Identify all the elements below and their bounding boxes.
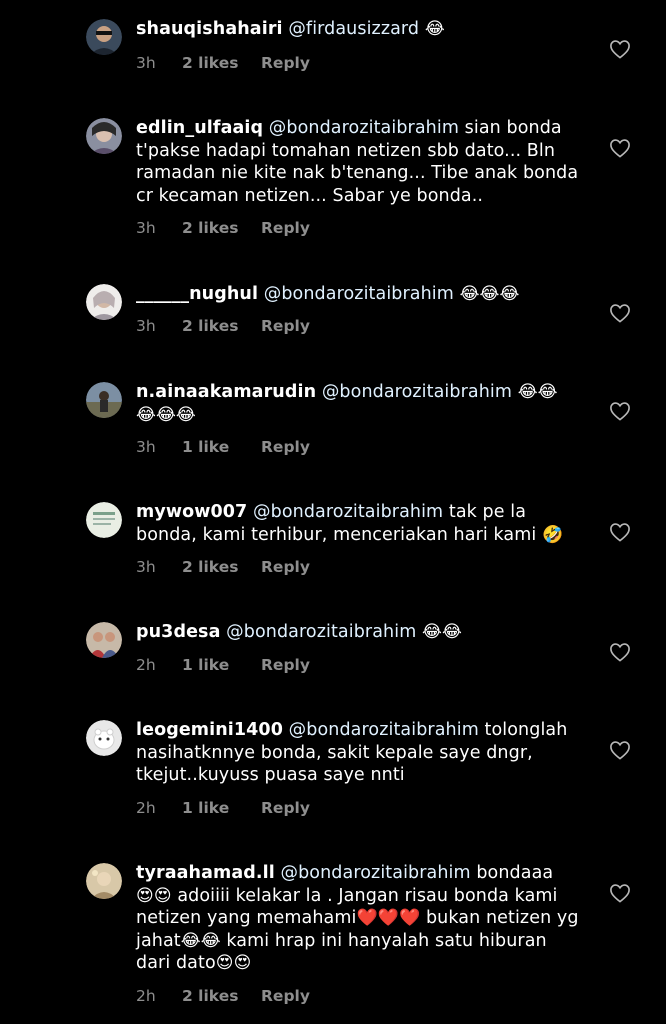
comment-time: 3h xyxy=(136,54,156,72)
comment-emoji: 😂😂😂 xyxy=(459,284,520,304)
comment-username[interactable]: ______nughul xyxy=(136,284,258,304)
comment-body: ______nughul @bondarozitaibrahim 😂😂😂 xyxy=(136,283,586,306)
comment-emoji: 😍😍 xyxy=(215,953,252,973)
avatar[interactable] xyxy=(86,118,122,154)
comment-emoji: ❤️❤️❤️ xyxy=(356,908,421,928)
comment-meta: 2h 1 like Reply xyxy=(136,656,310,674)
comment-emoji: 😂😂 xyxy=(180,930,221,951)
comment-username[interactable]: tyraahamad.ll xyxy=(136,863,275,883)
comment-mention[interactable]: @bondarozitaibrahim xyxy=(322,382,512,402)
avatar[interactable] xyxy=(86,382,122,418)
reply-button[interactable]: Reply xyxy=(261,219,310,237)
reply-button[interactable]: Reply xyxy=(261,656,310,674)
reply-button[interactable]: Reply xyxy=(261,54,310,72)
comment-username[interactable]: mywow007 xyxy=(136,502,247,522)
comment-emoji: 😍😍 xyxy=(136,885,172,906)
comment-body: mywow007 @bondarozitaibrahim tak pe la b… xyxy=(136,501,586,546)
comment-time: 3h xyxy=(136,317,156,335)
heart-outline-icon[interactable] xyxy=(609,401,631,421)
comment-likes[interactable]: 2 likes xyxy=(182,558,261,576)
comment-body: shauqishahairi @firdausizzard 😂 xyxy=(136,18,586,41)
comment-likes[interactable]: 1 like xyxy=(182,799,261,817)
comment-time: 2h xyxy=(136,656,156,674)
comment-emoji: 😂😂 xyxy=(422,622,462,642)
comment-meta: 3h 1 like Reply xyxy=(136,438,310,456)
comment-time: 3h xyxy=(136,219,156,237)
comment-likes[interactable]: 2 likes xyxy=(182,54,261,72)
heart-outline-icon[interactable] xyxy=(609,883,631,903)
comment-likes[interactable]: 2 likes xyxy=(182,987,261,1005)
comment-time: 3h xyxy=(136,558,156,576)
avatar[interactable] xyxy=(86,284,122,320)
comment-body: tyraahamad.ll @bondarozitaibrahim bondaa… xyxy=(136,862,586,975)
comment-time: 2h xyxy=(136,799,156,817)
comment-username[interactable]: pu3desa xyxy=(136,622,220,642)
comment-username[interactable]: n.ainaakamarudin xyxy=(136,382,316,402)
comment-meta: 3h 2 likes Reply xyxy=(136,54,310,72)
reply-button[interactable]: Reply xyxy=(261,987,310,1005)
reply-button[interactable]: Reply xyxy=(261,799,310,817)
avatar[interactable] xyxy=(86,622,122,658)
comment-time: 2h xyxy=(136,987,156,1005)
comment-likes[interactable]: 1 like xyxy=(182,656,261,674)
heart-outline-icon[interactable] xyxy=(609,740,631,760)
reply-button[interactable]: Reply xyxy=(261,438,310,456)
heart-outline-icon[interactable] xyxy=(609,522,631,542)
comment-likes[interactable]: 2 likes xyxy=(182,317,261,335)
comment-meta: 2h 2 likes Reply xyxy=(136,987,310,1005)
comment-mention[interactable]: @bondarozitaibrahim xyxy=(269,118,459,138)
comment-body: edlin_ulfaaiq @bondarozitaibrahim sian b… xyxy=(136,117,586,207)
comment-username[interactable]: edlin_ulfaaiq xyxy=(136,118,263,138)
comment-username[interactable]: leogemini1400 xyxy=(136,720,283,740)
comment-mention[interactable]: @bondarozitaibrahim xyxy=(253,502,443,522)
comment-emoji: 😂😂 xyxy=(517,382,558,402)
heart-outline-icon[interactable] xyxy=(609,642,631,662)
comment-body: leogemini1400 @bondarozitaibrahim tolong… xyxy=(136,719,586,787)
avatar[interactable] xyxy=(86,502,122,538)
comment-username[interactable]: shauqishahairi xyxy=(136,19,283,39)
heart-outline-icon[interactable] xyxy=(609,138,631,158)
comment-emoji: 🤣 xyxy=(542,524,564,545)
comment-emoji: 😂😂😂 xyxy=(136,404,196,425)
comment-time: 3h xyxy=(136,438,156,456)
avatar[interactable] xyxy=(86,863,122,899)
heart-outline-icon[interactable] xyxy=(609,303,631,323)
comment-mention[interactable]: @firdausizzard xyxy=(288,19,419,39)
comment-body: n.ainaakamarudin @bondarozitaibrahim 😂😂 … xyxy=(136,381,586,426)
comment-likes[interactable]: 1 like xyxy=(182,438,261,456)
reply-button[interactable]: Reply xyxy=(261,558,310,576)
comment-meta: 2h 1 like Reply xyxy=(136,799,310,817)
comment-mention[interactable]: @bondarozitaibrahim xyxy=(280,863,470,883)
heart-outline-icon[interactable] xyxy=(609,39,631,59)
comment-mention[interactable]: @bondarozitaibrahim xyxy=(226,622,416,642)
comment-meta: 3h 2 likes Reply xyxy=(136,219,310,237)
comment-meta: 3h 2 likes Reply xyxy=(136,317,310,335)
comment-mention[interactable]: @bondarozitaibrahim xyxy=(264,284,454,304)
comment-body: pu3desa @bondarozitaibrahim 😂😂 xyxy=(136,621,586,644)
comment-text: bondaaa xyxy=(476,863,554,883)
comment-emoji: 😂 xyxy=(424,19,445,39)
comment-likes[interactable]: 2 likes xyxy=(182,219,261,237)
comment-mention[interactable]: @bondarozitaibrahim xyxy=(289,720,479,740)
comment-meta: 3h 2 likes Reply xyxy=(136,558,310,576)
reply-button[interactable]: Reply xyxy=(261,317,310,335)
avatar[interactable] xyxy=(86,19,122,55)
avatar[interactable] xyxy=(86,720,122,756)
